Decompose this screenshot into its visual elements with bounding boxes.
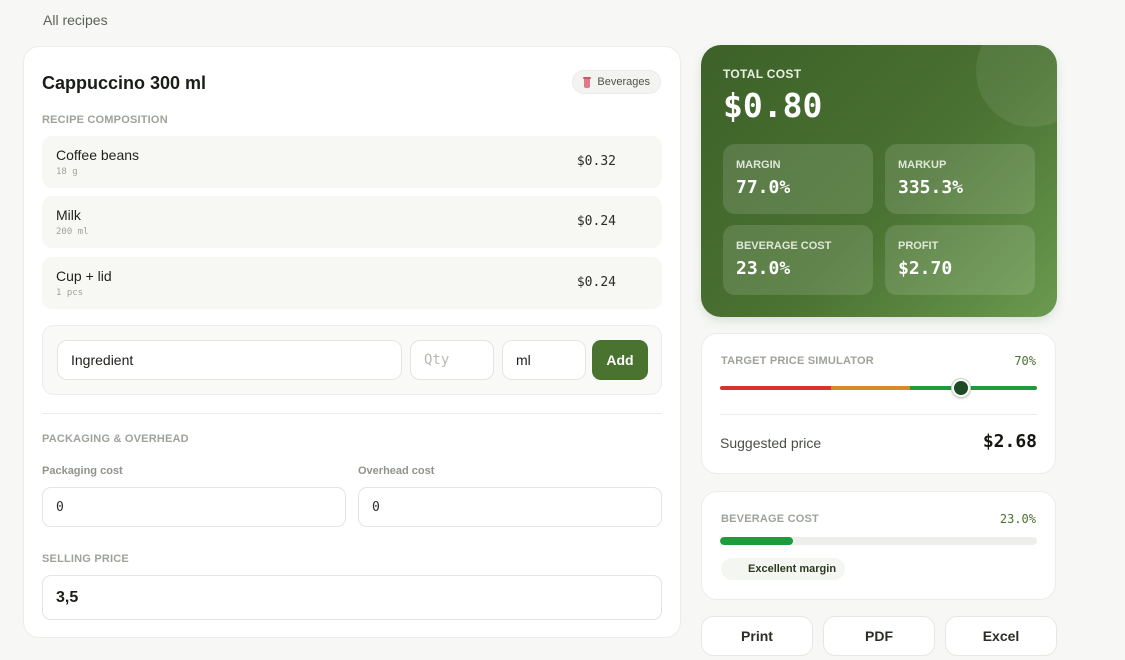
section-divider: [42, 413, 662, 414]
stat-value: $2.70: [898, 258, 953, 279]
target-percent: 70%: [1014, 354, 1036, 368]
overhead-section-label: PACKAGING & OVERHEAD: [42, 433, 189, 445]
margin-stat: MARGIN 77.0%: [723, 144, 873, 214]
total-cost-label: TOTAL COST: [723, 67, 802, 81]
slider-segment-orange: [830, 386, 911, 390]
breadcrumb-all-recipes[interactable]: All recipes: [43, 12, 108, 28]
total-cost-card: TOTAL COST $0.80 MARGIN 77.0% MARKUP 335…: [701, 45, 1057, 317]
stat-label: MARGIN: [736, 159, 781, 171]
ingredient-input[interactable]: Ingredient: [57, 340, 402, 380]
recipe-card: Cappuccino 300 ml Beverages RECIPE COMPO…: [23, 46, 681, 638]
slider-segment-green: [910, 386, 1037, 390]
ingredient-row[interactable]: Milk 200 ml $0.24: [42, 196, 662, 248]
ingredient-name: Milk: [56, 207, 81, 223]
total-cost-value: $0.80: [723, 86, 823, 125]
category-badge: Beverages: [572, 70, 661, 94]
composition-section-label: RECIPE COMPOSITION: [42, 114, 168, 126]
recipe-title: Cappuccino 300 ml: [42, 73, 207, 93]
add-ingredient-button[interactable]: Add: [592, 340, 648, 380]
ingredient-cost: $0.24: [576, 214, 616, 229]
beverage-cost-bar: [720, 537, 1037, 545]
ingredient-row[interactable]: Cup + lid 1 pcs $0.24: [42, 257, 662, 309]
category-label: Beverages: [597, 76, 650, 88]
ingredient-cost: $0.24: [576, 275, 616, 290]
price-slider-thumb[interactable]: [951, 379, 970, 397]
packaging-cost-label: Packaging cost: [42, 465, 123, 477]
beverage-cost-label: BEVERAGE COST: [721, 513, 819, 525]
stat-value: 23.0%: [736, 258, 791, 279]
profit-stat: PROFIT $2.70: [885, 225, 1035, 295]
price-simulator-card: TARGET PRICE SIMULATOR 70% Suggested pri…: [701, 333, 1056, 474]
overhead-cost-label: Overhead cost: [358, 465, 435, 477]
drink-cup-icon: [583, 76, 592, 88]
ingredient-name: Coffee beans: [56, 147, 140, 163]
suggested-price-label: Suggested price: [720, 435, 822, 451]
unit-select[interactable]: ml: [502, 340, 586, 380]
stat-label: BEVERAGE COST: [736, 240, 832, 252]
simulator-label: TARGET PRICE SIMULATOR: [721, 355, 874, 367]
suggested-price-value: $2.68: [982, 431, 1037, 452]
margin-status-badge: Excellent margin: [721, 558, 846, 580]
stat-label: PROFIT: [898, 240, 939, 252]
add-ingredient-form: Ingredient Qty ml Add: [42, 325, 662, 395]
slider-segment-red: [720, 386, 831, 390]
ingredient-qty: 200 ml: [56, 227, 89, 237]
price-slider-track[interactable]: [720, 386, 1037, 390]
beverage-cost-stat: BEVERAGE COST 23.0%: [723, 225, 873, 295]
qty-input[interactable]: Qty: [410, 340, 494, 380]
beverage-cost-bar-fill: [720, 537, 793, 545]
packaging-cost-input[interactable]: 0: [42, 487, 346, 527]
decorative-circle: [976, 45, 1057, 127]
beverage-cost-percent: 23.0%: [999, 512, 1036, 526]
pdf-button[interactable]: PDF: [823, 616, 935, 656]
stat-value: 335.3%: [898, 177, 964, 198]
overhead-cost-input[interactable]: 0: [358, 487, 662, 527]
print-button[interactable]: Print: [701, 616, 813, 656]
stat-label: MARKUP: [898, 159, 947, 171]
ingredient-name: Cup + lid: [56, 268, 112, 284]
ingredient-qty: 1 pcs: [56, 288, 84, 298]
selling-price-label: SELLING PRICE: [42, 553, 129, 565]
simulator-divider: [720, 414, 1037, 415]
beverage-cost-card: BEVERAGE COST 23.0% Excellent margin: [701, 491, 1056, 600]
markup-stat: MARKUP 335.3%: [885, 144, 1035, 214]
stat-value: 77.0%: [736, 177, 791, 198]
ingredient-row[interactable]: Coffee beans 18 g $0.32: [42, 136, 662, 188]
selling-price-input[interactable]: 3,5: [42, 575, 662, 620]
ingredient-cost: $0.32: [576, 154, 616, 169]
ingredient-qty: 18 g: [56, 167, 78, 177]
excel-button[interactable]: Excel: [945, 616, 1057, 656]
